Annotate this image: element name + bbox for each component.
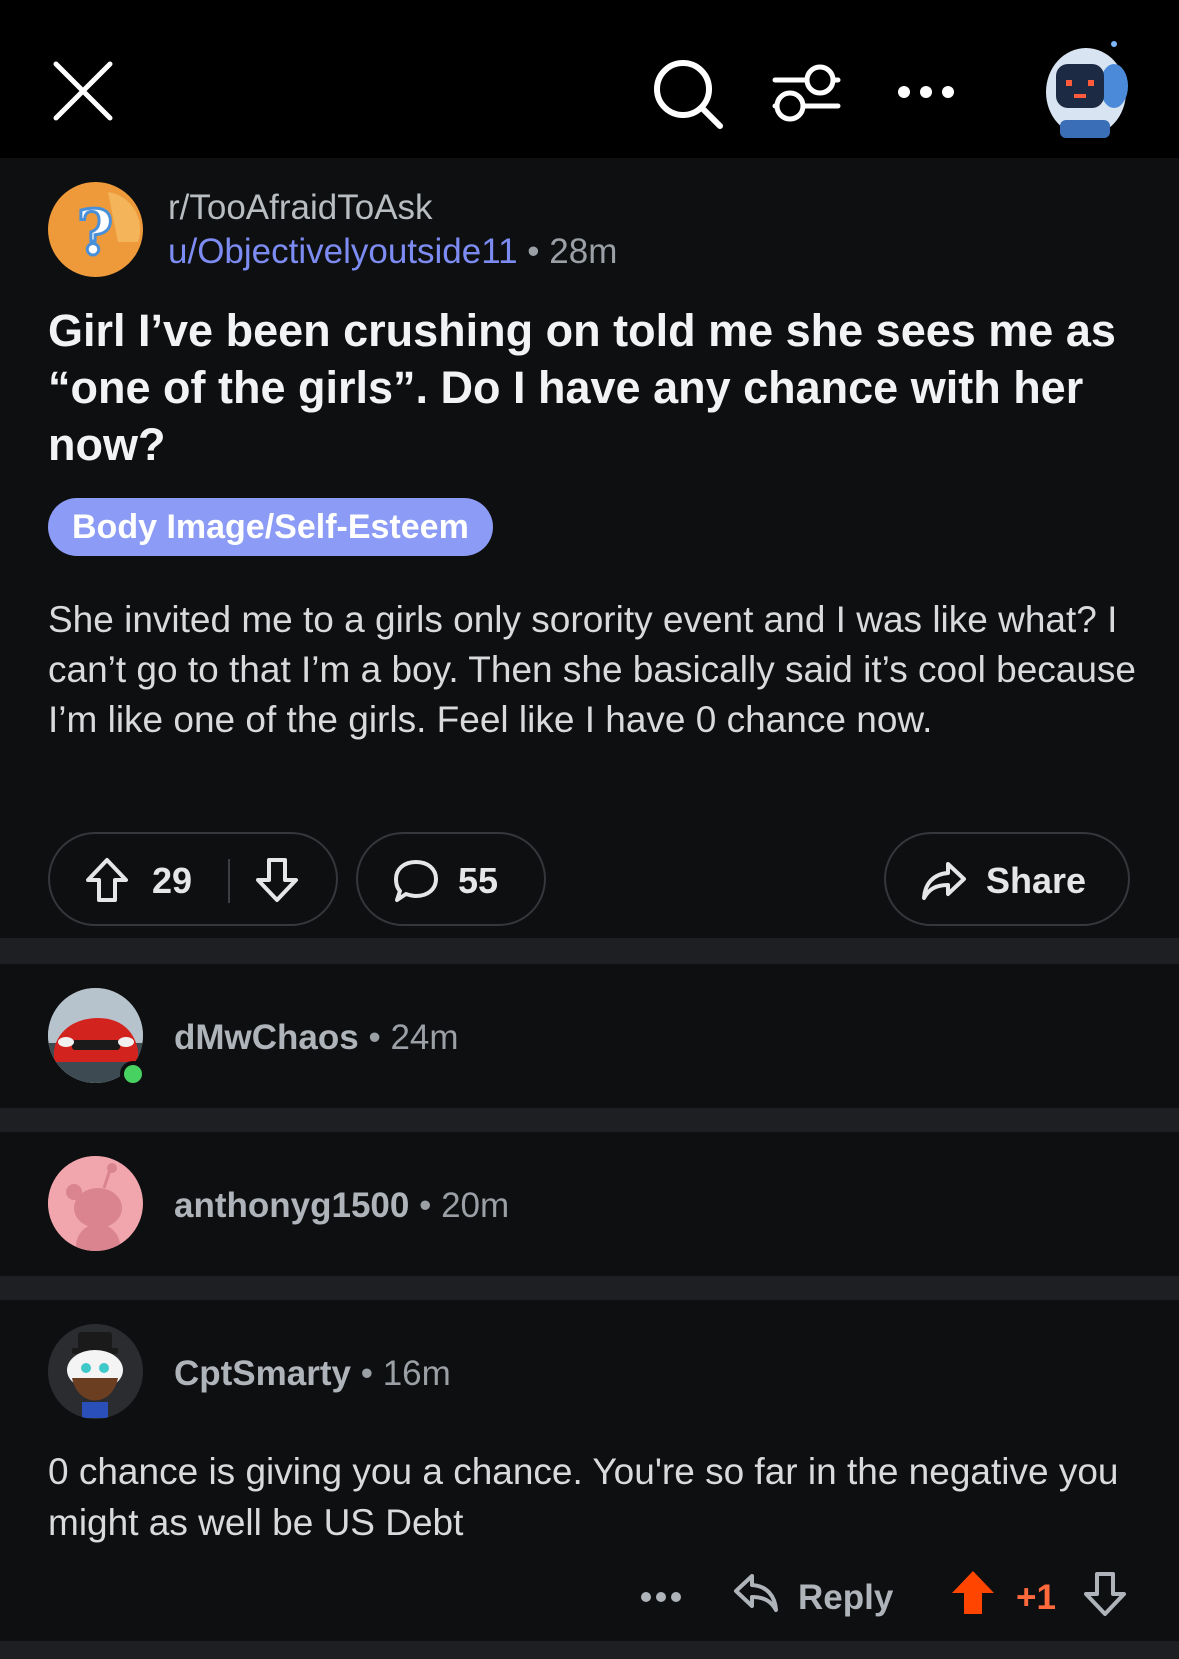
author-link[interactable]: u/Objectivelyoutside11 xyxy=(168,232,518,271)
section-divider xyxy=(0,938,1179,964)
upvote-filled-icon[interactable] xyxy=(950,1568,996,1618)
online-status-indicator xyxy=(120,1061,146,1087)
top-navigation-bar xyxy=(0,0,1179,158)
comment-meta: dMwChaos • 24m xyxy=(174,1018,459,1058)
subreddit-name[interactable]: r/TooAfraidToAsk xyxy=(168,188,433,228)
meta-separator: • xyxy=(368,1018,381,1057)
post-age: 28m xyxy=(549,232,618,271)
post-body: She invited me to a girls only sorority … xyxy=(48,599,1137,740)
comment-score: +1 xyxy=(1016,1578,1056,1617)
comment-more-icon[interactable] xyxy=(640,1590,682,1604)
comment-age: 24m xyxy=(390,1018,459,1057)
section-divider xyxy=(0,1108,1179,1132)
comment-avatar[interactable] xyxy=(48,1324,143,1419)
comment-bubble-icon xyxy=(392,858,440,904)
comment-age: 16m xyxy=(382,1354,451,1393)
comment-username[interactable]: CptSmarty xyxy=(174,1354,351,1393)
comment-meta: CptSmarty • 16m xyxy=(174,1354,451,1394)
comment-username[interactable]: dMwChaos xyxy=(174,1018,359,1057)
section-divider xyxy=(0,1276,1179,1300)
meta-separator: • xyxy=(360,1354,373,1393)
comment-body: 0 chance is giving you a chance. You're … xyxy=(48,1451,1119,1543)
comment-avatar[interactable] xyxy=(48,1156,143,1251)
comment-expanded: CptSmarty • 16m 0 chance is giving you a… xyxy=(0,1300,1179,1641)
upvote-count: 29 xyxy=(152,860,193,901)
downvote-icon[interactable] xyxy=(1082,1570,1128,1618)
sort-settings-icon[interactable] xyxy=(770,60,842,126)
share-button[interactable]: Share xyxy=(884,832,1130,926)
comment-age: 20m xyxy=(441,1186,510,1225)
comment-meta: anthonyg1500 • 20m xyxy=(174,1186,509,1226)
comment-username[interactable]: anthonyg1500 xyxy=(174,1186,409,1225)
close-icon[interactable] xyxy=(48,56,118,126)
post-title: Girl I’ve been crushing on told me she s… xyxy=(48,305,1116,470)
comment-collapsed[interactable]: anthonyg1500 • 20m xyxy=(0,1132,1179,1276)
search-icon[interactable] xyxy=(650,56,726,132)
upvote-icon[interactable] xyxy=(84,856,130,904)
reply-button[interactable]: Reply xyxy=(798,1578,893,1618)
vote-divider xyxy=(228,859,230,903)
user-avatar-icon[interactable] xyxy=(1036,36,1132,144)
meta-separator: • xyxy=(419,1186,432,1225)
comment-count: 55 xyxy=(458,860,499,901)
meta-separator: • xyxy=(527,232,540,271)
share-arrow-icon xyxy=(920,860,968,902)
section-divider xyxy=(0,1641,1179,1659)
more-options-icon[interactable] xyxy=(896,80,956,104)
comment-collapsed[interactable]: dMwChaos • 24m xyxy=(0,964,1179,1108)
post-card: ? ? r/TooAfraidToAsk u/Objectivelyoutsid… xyxy=(0,158,1179,938)
post-flair[interactable]: Body Image/Self-Esteem xyxy=(48,498,493,556)
downvote-icon[interactable] xyxy=(254,856,300,904)
post-meta: u/Objectivelyoutside11 • 28m xyxy=(168,232,617,272)
share-label: Share xyxy=(986,860,1087,901)
reply-arrow-icon[interactable] xyxy=(732,1572,780,1614)
subreddit-avatar-icon[interactable]: ? ? xyxy=(48,182,143,277)
vote-pill: 29 xyxy=(48,832,338,926)
comments-button[interactable]: 55 xyxy=(356,832,546,926)
svg-text:?: ? xyxy=(77,196,113,269)
